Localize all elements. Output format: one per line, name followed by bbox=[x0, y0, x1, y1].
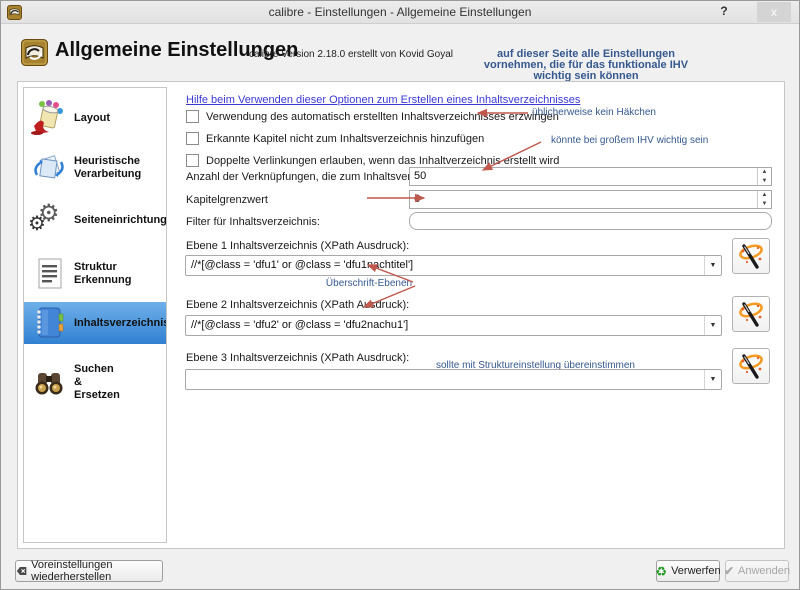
level3-xpath-wizard-button[interactable] bbox=[732, 348, 770, 384]
chapter-threshold-spinbox[interactable]: 6 ▲ ▼ bbox=[409, 190, 772, 209]
chapter-threshold-label: Kapitelgrenzwert bbox=[186, 194, 268, 206]
checkbox-row: Erkannte Kapitel nicht zum Inhaltsverzei… bbox=[186, 132, 484, 145]
restore-defaults-button[interactable]: Voreinstellungen wiederherstellen bbox=[15, 560, 163, 582]
level1-xpath-wizard-button[interactable] bbox=[732, 238, 770, 274]
checkbox-label: Verwendung des automatisch erstellten In… bbox=[206, 111, 559, 123]
magic-wand-icon bbox=[738, 300, 764, 328]
level1-toc-label: Ebene 1 Inhaltsverzeichnis (XPath Ausdru… bbox=[186, 240, 409, 252]
level3-xpath-combobox[interactable]: ▼ bbox=[185, 369, 722, 390]
discard-label: Verwerfen bbox=[671, 565, 721, 577]
spin-down-icon[interactable]: ▼ bbox=[758, 177, 771, 186]
annotation-page-note: auf dieser Seite alle Einstellungen vorn… bbox=[456, 49, 716, 82]
spin-up-icon[interactable]: ▲ bbox=[758, 191, 771, 200]
toc-settings-main: Hilfe beim Verwenden dieser Optionen zum… bbox=[18, 82, 786, 550]
content-panel: Layout Heuristische Verarbeitung bbox=[17, 81, 785, 549]
checkbox-row: Verwendung des automatisch erstellten In… bbox=[186, 110, 559, 123]
discard-button[interactable]: ♻ Verwerfen bbox=[656, 560, 720, 582]
restore-defaults-label: Voreinstellungen wiederherstellen bbox=[31, 559, 162, 583]
toc-links-spinbox[interactable]: 50 ▲ ▼ bbox=[409, 167, 772, 186]
level2-xpath-combobox[interactable]: //*[@class = 'dfu2' or @class = 'dfu2nac… bbox=[185, 315, 722, 336]
magic-wand-icon bbox=[738, 242, 764, 270]
level1-xpath-value: //*[@class = 'dfu1' or @class = 'dfu1nac… bbox=[191, 259, 413, 271]
titlebar-help-button[interactable]: ? bbox=[714, 4, 734, 21]
apply-label: Anwenden bbox=[738, 565, 790, 577]
no-detected-chapters-checkbox[interactable] bbox=[186, 132, 199, 145]
toc-filter-label: Filter für Inhaltsverzeichnis: bbox=[186, 216, 320, 228]
chevron-down-icon[interactable]: ▼ bbox=[704, 256, 721, 275]
checkbox-label: Erkannte Kapitel nicht zum Inhaltsverzei… bbox=[206, 133, 484, 145]
close-button[interactable]: x bbox=[757, 2, 791, 22]
level2-xpath-wizard-button[interactable] bbox=[732, 296, 770, 332]
apply-button[interactable]: ✔ Anwenden bbox=[725, 560, 789, 582]
version-text: calibre Version 2.18.0 erstellt von Kovi… bbox=[249, 49, 453, 60]
annotation-no-check: üblicherweise kein Häkchen bbox=[532, 107, 656, 118]
chevron-down-icon[interactable]: ▼ bbox=[704, 316, 721, 335]
allow-duplicate-links-checkbox[interactable] bbox=[186, 154, 199, 167]
toc-help-link[interactable]: Hilfe beim Verwenden dieser Optionen zum… bbox=[186, 94, 580, 106]
force-auto-toc-checkbox[interactable] bbox=[186, 110, 199, 123]
magic-wand-icon bbox=[738, 352, 764, 380]
toc-links-value: 50 bbox=[414, 170, 426, 182]
spinner-arrows: ▲ ▼ bbox=[757, 168, 771, 185]
titlebar: calibre - Einstellungen - Allgemeine Ein… bbox=[1, 1, 799, 24]
level2-xpath-value: //*[@class = 'dfu2' or @class = 'dfu2nac… bbox=[191, 319, 408, 331]
recycle-icon: ♻ bbox=[655, 565, 667, 578]
checkmark-icon: ✔ bbox=[724, 564, 734, 578]
calibre-logo-icon bbox=[21, 39, 48, 66]
restore-defaults-icon bbox=[16, 565, 27, 577]
settings-window: calibre - Einstellungen - Allgemeine Ein… bbox=[0, 0, 800, 590]
checkbox-label: Doppelte Verlinkungen erlauben, wenn das… bbox=[206, 155, 559, 167]
spin-down-icon[interactable]: ▼ bbox=[758, 200, 771, 209]
chevron-down-icon[interactable]: ▼ bbox=[704, 370, 721, 389]
level3-toc-label: Ebene 3 Inhaltsverzeichnis (XPath Ausdru… bbox=[186, 352, 409, 364]
window-title: calibre - Einstellungen - Allgemeine Ein… bbox=[1, 5, 799, 19]
spin-up-icon[interactable]: ▲ bbox=[758, 168, 771, 177]
spinner-arrows: ▲ ▼ bbox=[757, 191, 771, 208]
checkbox-row: Doppelte Verlinkungen erlauben, wenn das… bbox=[186, 154, 559, 167]
chapter-threshold-value: 6 bbox=[414, 193, 420, 205]
level1-xpath-combobox[interactable]: //*[@class = 'dfu1' or @class = 'dfu1nac… bbox=[185, 255, 722, 276]
annotation-large-toc: könnte bei großem IHV wichtig sein bbox=[551, 135, 708, 146]
toc-filter-input[interactable] bbox=[409, 212, 772, 230]
level2-toc-label: Ebene 2 Inhaltsverzeichnis (XPath Ausdru… bbox=[186, 299, 409, 311]
